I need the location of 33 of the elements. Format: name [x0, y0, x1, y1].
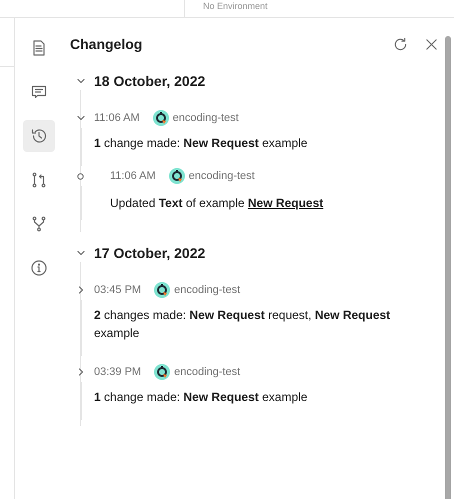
- user-name: encoding-test: [188, 168, 255, 184]
- history-icon: [30, 127, 48, 145]
- change-summary: 2 changes made: New Request request, New Request example: [94, 307, 392, 342]
- avatar-icon: [152, 110, 169, 126]
- chevron-icon[interactable]: [76, 248, 86, 258]
- refresh-icon[interactable]: [393, 36, 408, 52]
- close-icon[interactable]: [425, 38, 438, 50]
- date-heading: 18 October, 2022: [94, 72, 206, 90]
- fork-icon: [30, 215, 48, 233]
- avatar-icon: [154, 282, 170, 298]
- chevron-icon[interactable]: [76, 76, 86, 86]
- date-heading: 17 October, 2022: [94, 244, 206, 262]
- change-summary: 1 change made: New Request example: [94, 135, 308, 152]
- request-link[interactable]: New Request: [248, 196, 324, 210]
- user-name: encoding-test: [174, 364, 240, 380]
- user-name: encoding-test: [174, 282, 240, 298]
- sidebar-tab[interactable]: [22, 120, 54, 152]
- entry-time: 03:39 PM: [94, 364, 142, 380]
- entry-time: 11:06 AM: [110, 168, 156, 184]
- entry-time: 03:45 PM: [94, 282, 142, 298]
- scrollbar[interactable]: [445, 36, 451, 499]
- avatar-icon: [168, 168, 185, 184]
- pull-request-icon: [30, 171, 48, 189]
- user-name: encoding-test: [172, 110, 239, 126]
- panel-title: Changelog: [70, 34, 144, 54]
- change-summary: 1 change made: New Request example: [94, 389, 308, 406]
- change-summary: Updated Text of example New Request: [110, 195, 324, 212]
- circle-icon: [77, 172, 84, 180]
- comment-icon: [30, 83, 48, 101]
- info-icon: [30, 259, 48, 277]
- avatar-icon: [154, 364, 170, 380]
- chevron-icon[interactable]: [76, 113, 86, 123]
- entry-time: 11:06 AM: [94, 110, 140, 126]
